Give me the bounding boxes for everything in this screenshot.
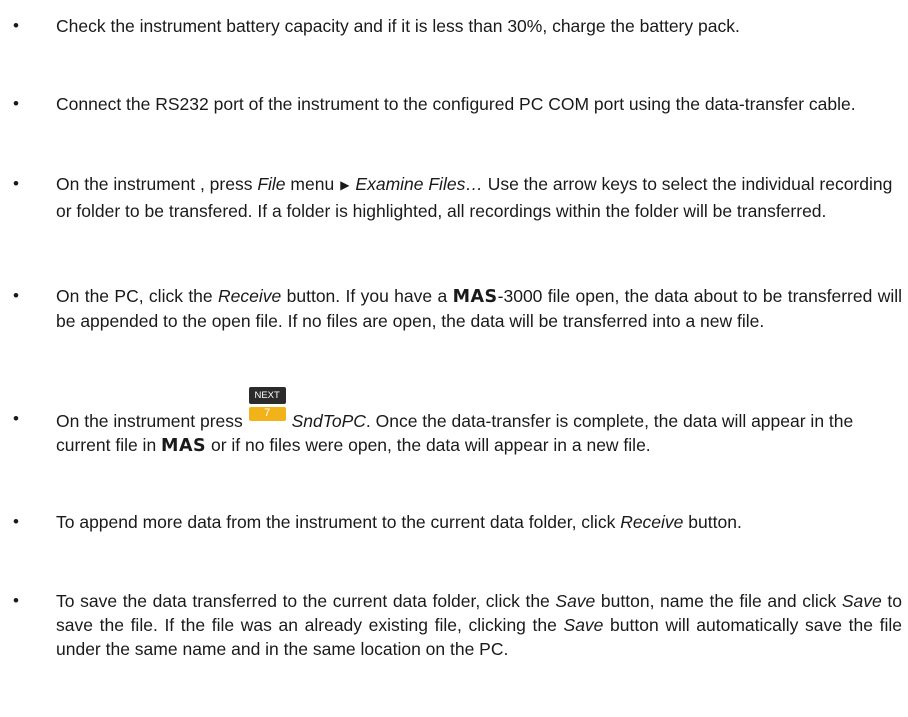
save-button-ref: Save — [555, 591, 596, 611]
save-button-ref: Save — [563, 615, 604, 635]
bullet-marker: • — [13, 512, 19, 531]
next-7-key-icon: NEXT 7 — [248, 387, 286, 421]
bullet-7-text-b: button, name the file and click — [595, 591, 842, 611]
bullet-4-text-a: On the PC, click the — [56, 286, 219, 306]
document-page: • Check the instrument battery capacity … — [0, 0, 908, 717]
bullet-3-text-a: On the instrument , press — [56, 174, 258, 194]
mas-logo: MAS — [452, 287, 498, 307]
list-item-text: To append more data from the instrument … — [56, 510, 902, 534]
list-item-text: To save the data transferred to the curr… — [56, 589, 902, 661]
bullet-2-text: Connect the RS232 port of the instrument… — [56, 94, 856, 114]
bullet-4-text-b: button. If you have a — [281, 286, 453, 306]
bullet-1-text: Check the instrument battery capacity an… — [56, 16, 740, 36]
bullet-marker: • — [13, 94, 19, 113]
bullet-marker: • — [13, 286, 19, 305]
receive-button-ref: Receive — [218, 286, 282, 306]
receive-button-ref: Receive — [620, 512, 684, 532]
list-item-text: Check the instrument battery capacity an… — [56, 14, 902, 38]
bullet-6-text-b: button. — [683, 512, 742, 532]
menu-arrow-icon: ▶ — [340, 178, 350, 192]
file-menu-ref: File — [257, 174, 286, 194]
key-next-label: NEXT — [248, 387, 286, 404]
bullet-3-text-b: menu — [285, 174, 335, 194]
bullet-5-text-c: or if no files were open, the data will … — [206, 435, 651, 455]
bullet-7-text-a: To save the data transferred to the curr… — [56, 591, 556, 611]
bullet-6-text-a: To append more data from the instrument … — [56, 512, 621, 532]
list-item-text: Connect the RS232 port of the instrument… — [56, 92, 902, 116]
bullet-5-text-a: On the instrument press — [56, 411, 248, 431]
sndtopc-ref: SndToPC — [291, 411, 366, 431]
bullet-marker: • — [13, 591, 19, 610]
key-number: 7 — [264, 407, 271, 419]
save-button-ref: Save — [841, 591, 882, 611]
bullet-marker: • — [13, 409, 19, 428]
bullet-marker: • — [13, 16, 19, 35]
mas-logo: MAS — [161, 436, 207, 456]
bullet-marker: • — [13, 174, 19, 193]
list-item-text: On the instrument press NEXT 7 SndToPC. On… — [56, 387, 902, 458]
list-item-text: On the instrument , press File menu ▶ Exam… — [56, 172, 902, 224]
examine-files-ref: Examine Files… — [355, 174, 483, 194]
list-item-text: On the PC, click the Receive button. If … — [56, 284, 902, 333]
